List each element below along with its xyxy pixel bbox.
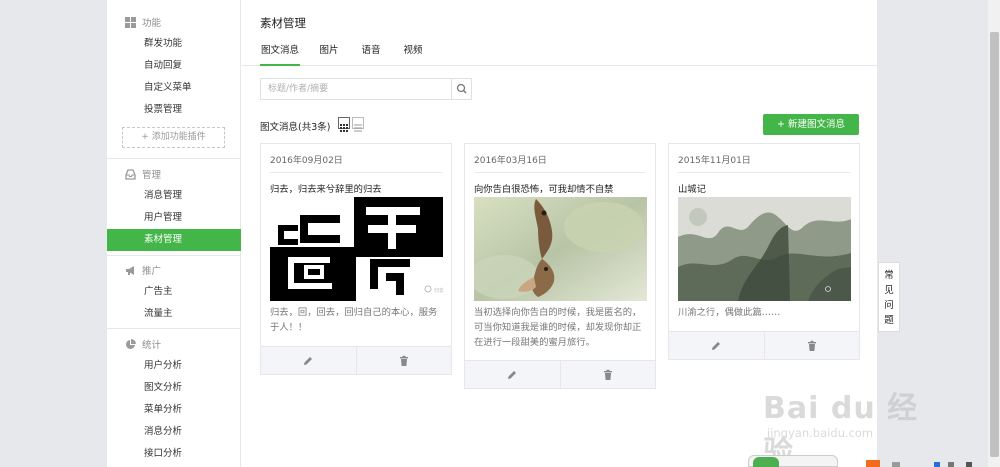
card-actions: [465, 360, 655, 388]
faq-label: 常见问题: [884, 270, 894, 326]
card-divider: [270, 172, 442, 173]
article-card[interactable]: 2015年11月01日 山城记 川渝之行，偶做此篇……: [668, 143, 860, 360]
sidebar-item-users[interactable]: 用户管理: [107, 207, 241, 229]
sidebar-item-publisher[interactable]: 流量主: [107, 303, 241, 325]
card-actions: [669, 331, 859, 359]
article-count: 图文消息(共3条): [260, 122, 331, 133]
sidebar-section-label: 统计: [142, 340, 162, 351]
article-card[interactable]: 2016年09月02日 归去，归去来兮辞里的归去 归去 归去，回，回去，回归自己…: [260, 143, 452, 375]
sidebar-item-user-analysis[interactable]: 用户分析: [107, 355, 241, 377]
list-view-icon[interactable]: [352, 117, 364, 132]
article-card[interactable]: 2016年03月16日 向你告白很恐怖，可我却情不自禁 当初选择向你告白的时候，…: [464, 143, 656, 389]
sidebar-section-stats: 统计: [125, 337, 161, 351]
card-actions: [261, 346, 451, 374]
edit-button[interactable]: [669, 332, 764, 359]
svg-text:归去: 归去: [434, 287, 443, 294]
sidebar-item-auto-reply[interactable]: 自动回复: [107, 55, 241, 77]
watermark: Bai du 经验 jingyan.baidu.com: [763, 378, 943, 467]
card-title[interactable]: 归去，归去来兮辞里的归去: [270, 181, 382, 195]
sidebar-item-menu-analysis[interactable]: 菜单分析: [107, 399, 241, 421]
search-box: [260, 78, 472, 100]
card-description: 川渝之行，偶做此篇……: [678, 307, 781, 318]
add-plugin-button[interactable]: + 添加功能插件: [122, 127, 225, 148]
delete-button[interactable]: [356, 347, 451, 374]
sidebar-divider: [107, 255, 241, 256]
faq-tab[interactable]: 常见问题: [878, 262, 900, 332]
watermark-url: jingyan.baidu.com: [767, 426, 874, 440]
sidebar-section-manage: 管理: [125, 167, 161, 181]
sidebar-section-label: 功能: [142, 18, 162, 29]
page-title: 素材管理: [260, 16, 306, 30]
trash-icon: [400, 355, 408, 366]
tab-video[interactable]: 视频: [400, 40, 426, 66]
sidebar-item-advertiser[interactable]: 广告主: [107, 281, 241, 303]
card-title[interactable]: 山城记: [678, 181, 706, 195]
sidebar-item-custom-menu[interactable]: 自定义菜单: [107, 77, 241, 99]
card-title[interactable]: 向你告白很恐怖，可我却情不自禁: [474, 181, 613, 195]
new-article-button[interactable]: + 新建图文消息: [763, 114, 859, 135]
grid-icon: [125, 16, 136, 28]
main-panel: 功能 群发功能 自动回复 自定义菜单 投票管理 + 添加功能插件 管理 消息管理…: [107, 0, 877, 467]
search-input[interactable]: [261, 79, 451, 99]
pie-chart-icon: [126, 338, 136, 349]
search-icon: [456, 83, 467, 94]
delete-button[interactable]: [764, 332, 859, 359]
grid-view-icon[interactable]: [338, 117, 350, 132]
sidebar-section-function: 功能: [125, 15, 161, 29]
scrollbar-thumb[interactable]: [990, 32, 999, 457]
sidebar-item-api-analysis[interactable]: 接口分析: [107, 443, 241, 465]
card-date: 2015年11月01日: [678, 156, 751, 166]
card-cover-image: 归去: [270, 197, 443, 301]
tab-images[interactable]: 图片: [316, 40, 342, 66]
sidebar-divider: [107, 158, 241, 159]
trash-icon: [808, 340, 816, 351]
delete-button[interactable]: [560, 361, 655, 388]
sidebar: 功能 群发功能 自动回复 自定义菜单 投票管理 + 添加功能插件 管理 消息管理…: [107, 0, 241, 467]
card-divider: [474, 172, 646, 173]
sidebar-section-label: 推广: [142, 266, 162, 277]
sidebar-item-messages[interactable]: 消息管理: [107, 185, 241, 207]
card-date: 2016年03月16日: [474, 156, 547, 166]
card-description: 当初选择向你告白的时候，我是匿名的，可当你知道我是谁的时候，却发现你却正在进行一…: [474, 307, 642, 348]
pencil-icon: [712, 342, 720, 350]
taskbar-icons: [866, 460, 972, 467]
status-widget[interactable]: [748, 455, 838, 467]
edit-button[interactable]: [261, 347, 356, 374]
megaphone-icon: [126, 265, 134, 275]
sidebar-section-label: 管理: [142, 170, 162, 181]
sidebar-item-message-analysis[interactable]: 消息分析: [107, 421, 241, 443]
sidebar-item-vote[interactable]: 投票管理: [107, 99, 241, 121]
trash-icon: [604, 369, 612, 380]
sidebar-section-promotion: 推广: [125, 263, 161, 277]
card-cover-image: [678, 197, 851, 301]
tab-articles[interactable]: 图文消息: [260, 40, 300, 66]
pencil-icon: [508, 371, 516, 379]
inbox-icon: [125, 168, 136, 180]
sidebar-item-mass-send[interactable]: 群发功能: [107, 33, 241, 55]
sidebar-item-article-analysis[interactable]: 图文分析: [107, 377, 241, 399]
pencil-icon: [304, 357, 312, 365]
search-button[interactable]: [451, 79, 471, 99]
tab-voice[interactable]: 语音: [358, 40, 384, 66]
card-date: 2016年09月02日: [270, 156, 343, 166]
edit-button[interactable]: [465, 361, 560, 388]
sidebar-divider: [107, 328, 241, 329]
sidebar-item-materials[interactable]: 素材管理: [107, 229, 241, 251]
status-indicator: [753, 457, 779, 467]
card-divider: [678, 172, 850, 173]
card-cover-image: [474, 197, 647, 301]
tab-bar: 图文消息 图片 语音 视频: [242, 40, 877, 66]
card-description: 归去，回，回去，回归自己的本心，服务于人！！: [270, 307, 438, 333]
